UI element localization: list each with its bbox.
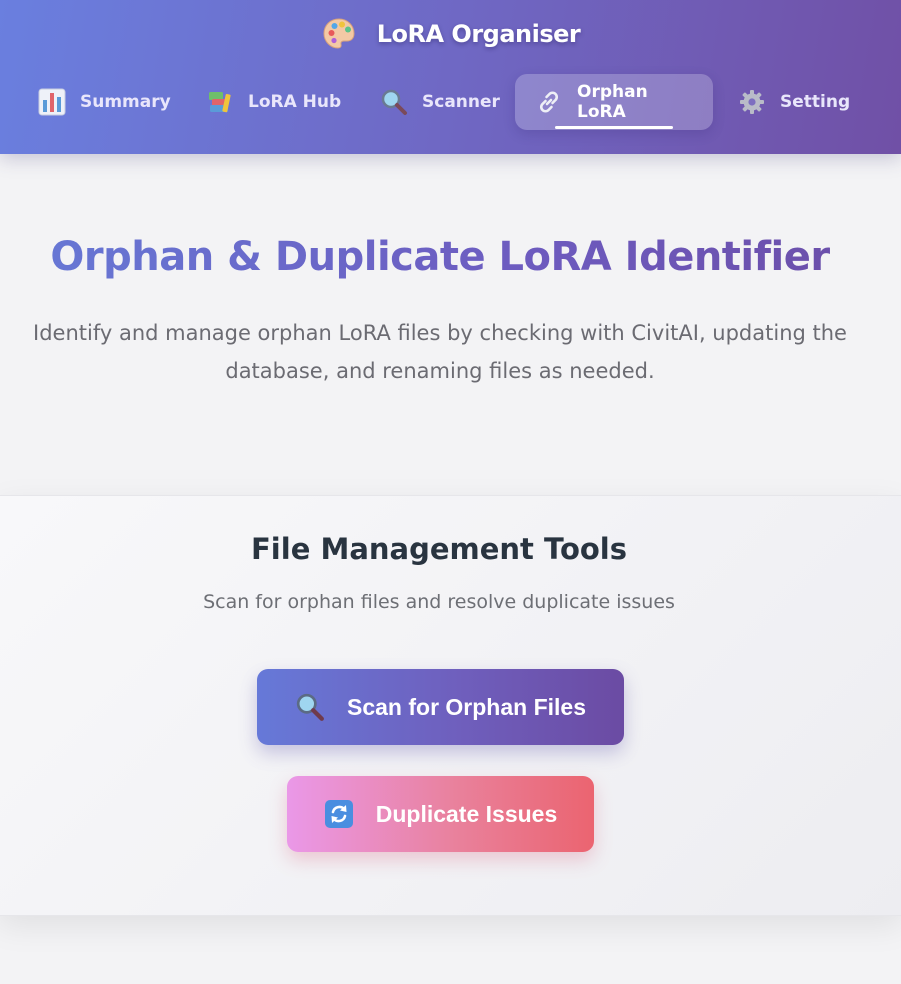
magnifier-icon [380, 88, 408, 116]
palette-icon [321, 16, 357, 52]
nav-tab-orphan-lora[interactable]: Orphan LoRA [515, 74, 713, 130]
main-nav: Summary LoRA Hub Scanner Orphan LoRA Set… [0, 74, 901, 130]
refresh-icon [324, 799, 354, 829]
card-title: File Management Tools [251, 532, 627, 566]
link-icon [535, 88, 563, 116]
nav-tab-label: Setting [780, 92, 851, 112]
page-title: Orphan & Duplicate LoRA Identifier [0, 234, 880, 280]
file-management-card: File Management Tools Scan for orphan fi… [0, 495, 901, 916]
nav-tab-label: LoRA Hub [248, 92, 342, 112]
nav-tab-setting[interactable]: Setting [718, 74, 870, 130]
duplicate-button-label: Duplicate Issues [375, 800, 558, 827]
scan-button-label: Scan for Orphan Files [347, 693, 586, 720]
magnifier-icon [295, 692, 325, 722]
bar-chart-icon [38, 88, 66, 116]
nav-tab-label: Orphan LoRA [577, 82, 648, 122]
gear-icon [738, 88, 766, 116]
page-description: Identify and manage orphan LoRA files by… [33, 321, 847, 383]
card-subtitle: Scan for orphan files and resolve duplic… [203, 591, 675, 613]
duplicate-issues-button[interactable]: Duplicate Issues [287, 776, 594, 852]
nav-tab-lora-hub[interactable]: LoRA Hub [186, 74, 361, 130]
nav-tab-label: Scanner [422, 92, 500, 112]
nav-tab-label: Summary [80, 92, 171, 112]
app-title: LoRA Organiser [376, 20, 581, 48]
nav-tab-summary[interactable]: Summary [18, 74, 191, 130]
scan-orphan-files-button[interactable]: Scan for Orphan Files [257, 669, 624, 745]
books-icon [206, 88, 234, 116]
active-tab-indicator [555, 126, 673, 129]
app-header: LoRA Organiser Summary LoRA Hub Scanner … [0, 0, 901, 154]
nav-tab-scanner[interactable]: Scanner [360, 74, 520, 130]
brand: LoRA Organiser [0, 16, 901, 52]
